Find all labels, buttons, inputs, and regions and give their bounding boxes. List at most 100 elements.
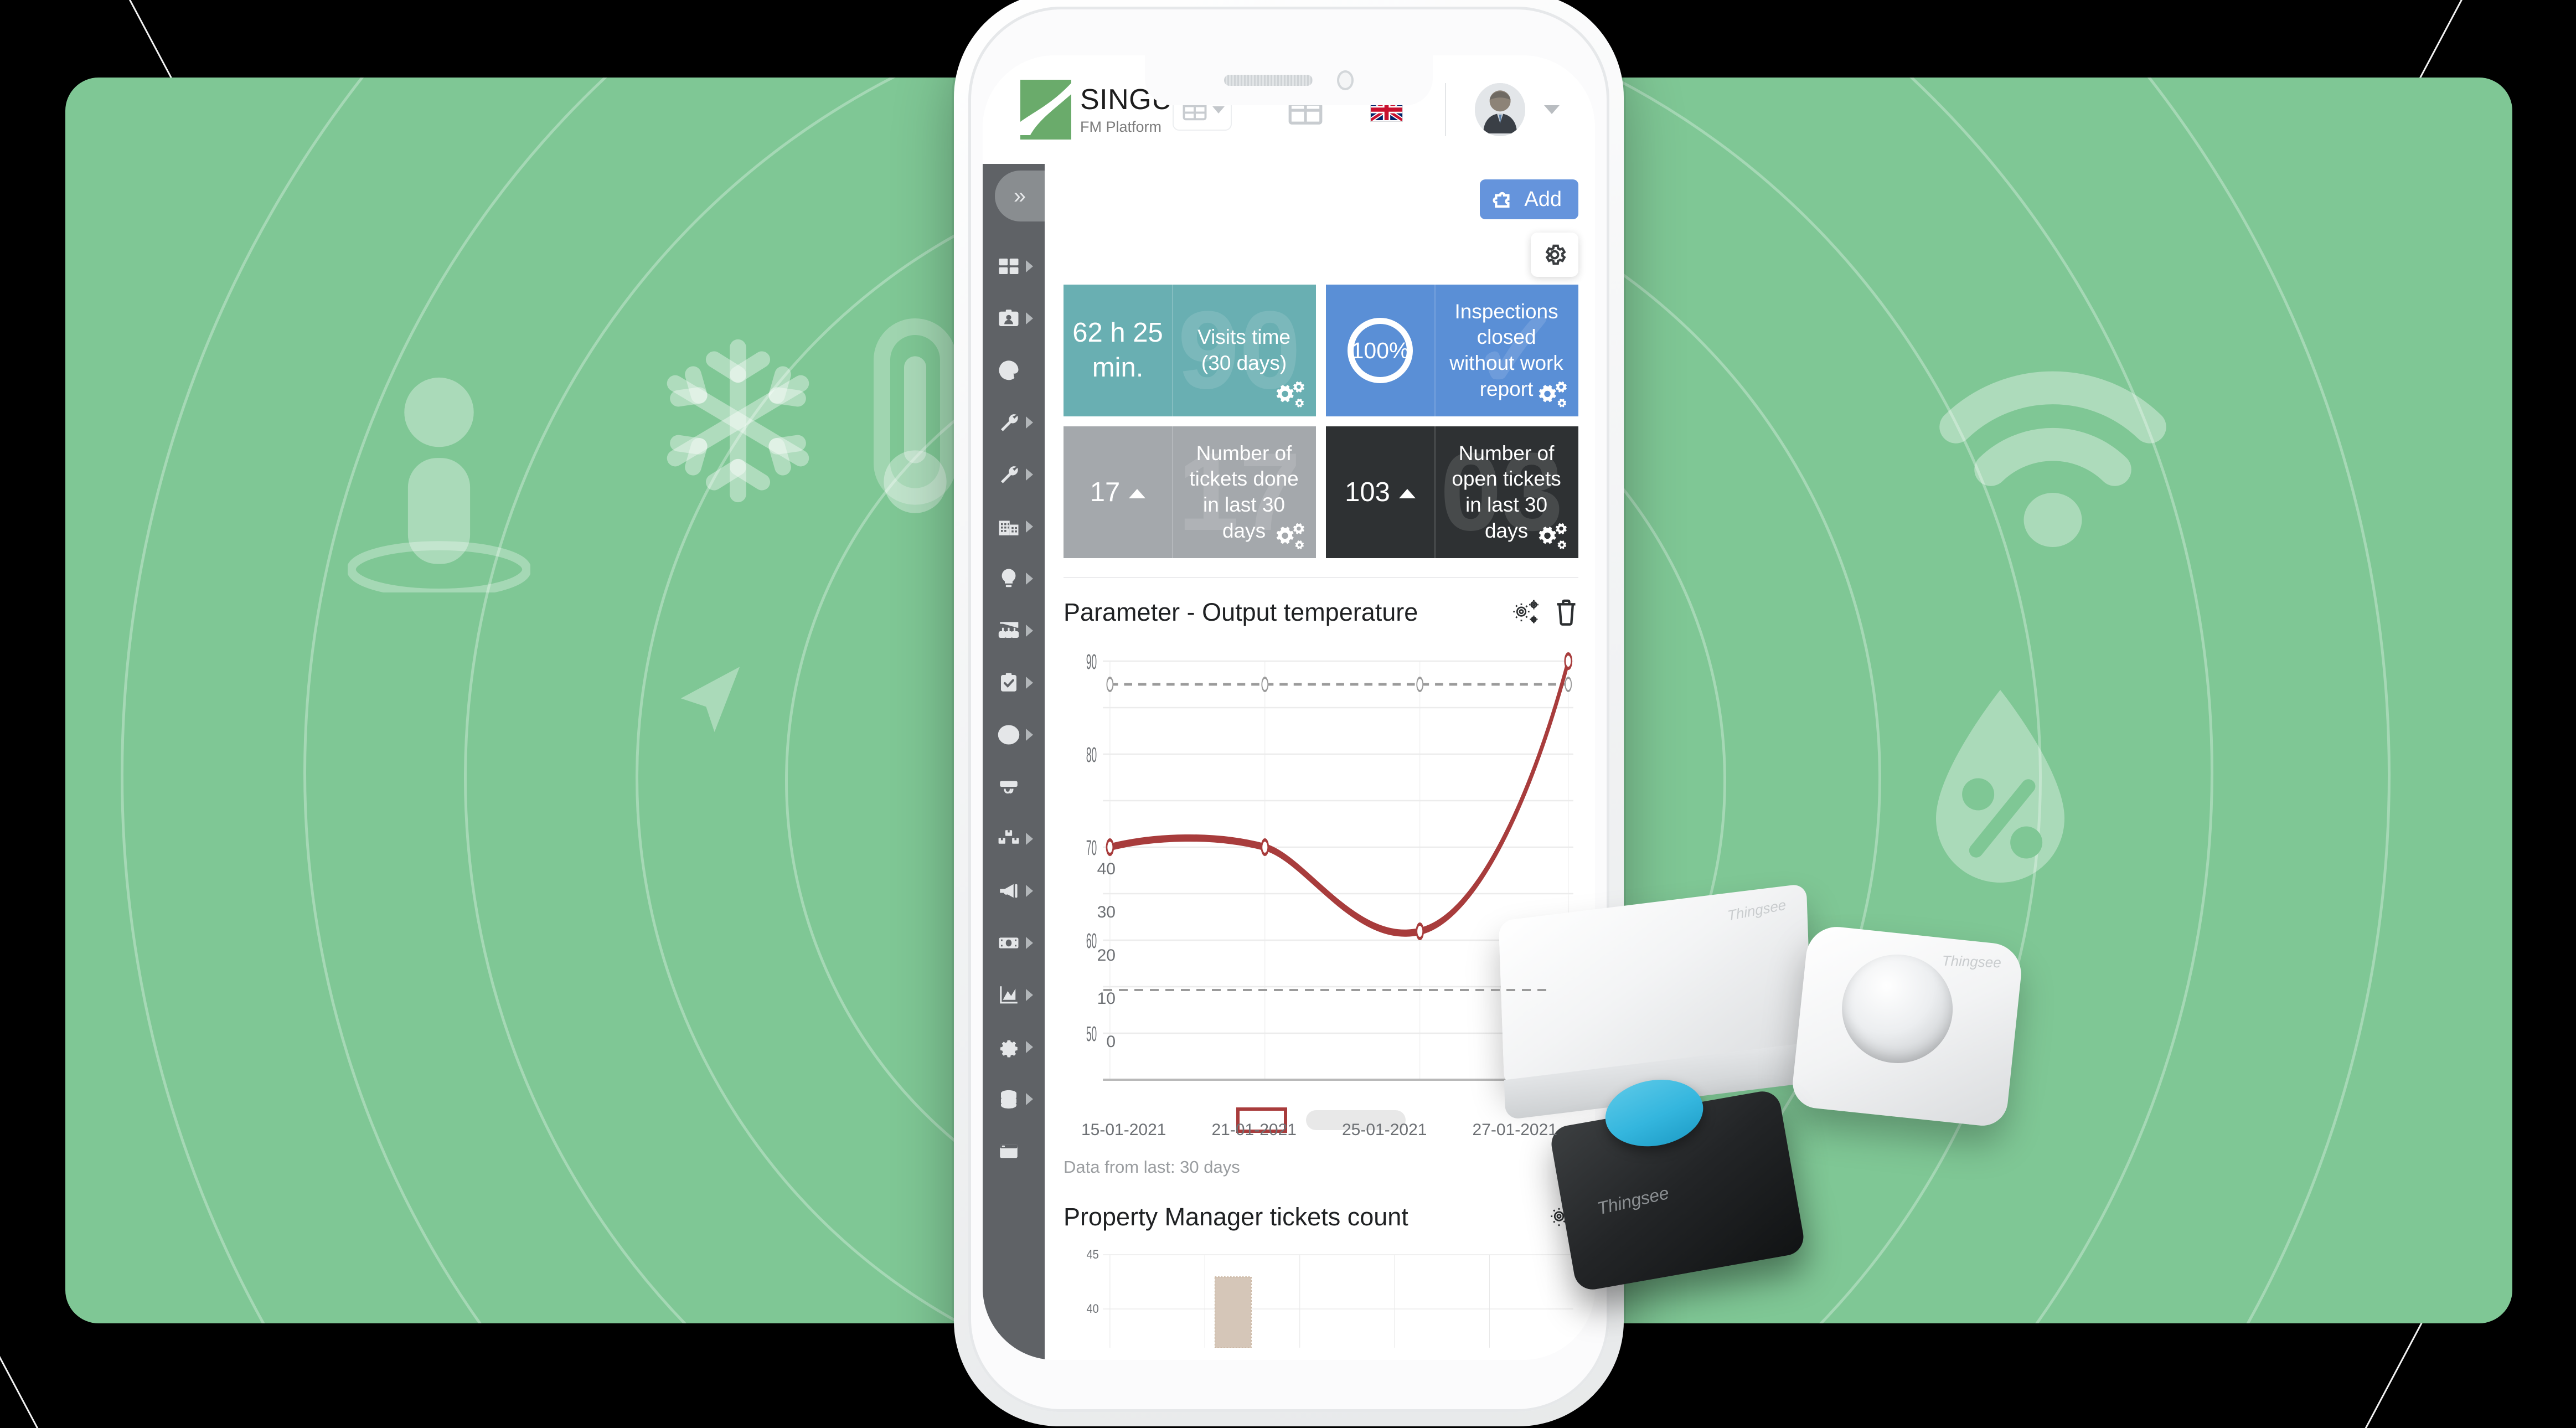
- x-tick-label: 27-01-2021: [1472, 1121, 1557, 1139]
- kpi-tile-open-tickets[interactable]: 03 103 Number of open tickets in last 30: [1326, 426, 1578, 558]
- widget-title: Parameter - Output temperature: [1064, 598, 1418, 626]
- clipboard-check-icon: [1001, 673, 1016, 692]
- x-tick-label: 21-01-2021: [1211, 1121, 1297, 1139]
- threshold-line-lower: [1103, 989, 1546, 991]
- trend-up-icon: [1129, 489, 1146, 499]
- sidebar-item-reports[interactable]: [983, 969, 1045, 1021]
- trash-icon[interactable]: [1554, 598, 1578, 627]
- sidebar-item-announcements[interactable]: [983, 865, 1045, 917]
- header-divider: [1444, 83, 1446, 136]
- sidebar-item-structure[interactable]: [983, 605, 1045, 657]
- page-background: SINGU FM Platform » Add 90 62 h 25 min. …: [0, 0, 2576, 1428]
- kpi-tile-inspections-closed[interactable]: ✓ 100% Inspections closed without work r: [1326, 285, 1578, 416]
- kpi-tile-visits-time[interactable]: 90 62 h 25 min. Visits time (30 days): [1064, 285, 1316, 416]
- kpi-value: 103: [1345, 477, 1390, 507]
- chevron-right-icon: [1026, 520, 1033, 533]
- line-chart-yaxis-lower: 40 30 20 10 0: [1097, 860, 1116, 1050]
- device-gateway: Thingsee: [1498, 883, 1813, 1088]
- user-menu-chevron-icon[interactable]: [1544, 105, 1560, 114]
- water-drop-percent-icon: [1936, 690, 2064, 883]
- gears-icon[interactable]: [1272, 380, 1307, 410]
- sidebar-item-contacts[interactable]: [983, 292, 1045, 344]
- kpi-value-row: 17: [1090, 475, 1146, 510]
- circle-check-icon: [998, 725, 1020, 745]
- singu-logo-icon: [1020, 80, 1071, 140]
- speaker-grille: [1224, 75, 1313, 86]
- kpi-grid: 90 62 h 25 min. Visits time (30 days) ✓ …: [1064, 285, 1578, 558]
- widget-settings-row: [1064, 233, 1578, 277]
- add-button[interactable]: Add: [1480, 179, 1578, 219]
- gears-icon[interactable]: [1510, 599, 1541, 626]
- x-tick-label: 25-01-2021: [1342, 1121, 1427, 1139]
- navigation-arrow-icon: [680, 667, 740, 732]
- kpi-value-area: 17: [1064, 426, 1172, 558]
- sidebar-item-energy[interactable]: [983, 553, 1045, 605]
- sidebar-item-mail[interactable]: [983, 344, 1045, 396]
- wifi-icon: [1939, 371, 2166, 547]
- id-badge-icon: [999, 310, 1019, 326]
- puzzle-piece-icon: [1493, 192, 1510, 208]
- dashboard-settings-button[interactable]: [1531, 233, 1578, 277]
- pir-dome: [1836, 949, 1958, 1069]
- wrench-icon: [1001, 414, 1018, 431]
- chevron-right-icon: [1026, 989, 1033, 1001]
- sidebar-item-data[interactable]: [983, 1073, 1045, 1125]
- avatar-photo: [1474, 83, 1525, 134]
- line-chart-xaxis: 15-01-2021 21-01-2021 25-01-2021 27-01-2…: [1081, 1121, 1557, 1140]
- chevron-down-icon: [1212, 106, 1225, 114]
- person-icon: [348, 377, 530, 592]
- kpi-value-area: 103: [1326, 426, 1434, 558]
- sidebar-item-hvac[interactable]: [983, 761, 1045, 813]
- sidebar-item-finance[interactable]: [983, 917, 1045, 969]
- chevron-right-icon: [1026, 1093, 1033, 1105]
- chevron-right-icon: [1026, 833, 1033, 845]
- widget-title: Property Manager tickets count: [1064, 1203, 1408, 1231]
- chevron-right-icon: [1026, 312, 1033, 324]
- chevron-right-icon: [1026, 625, 1033, 637]
- sidebar-item-inspections[interactable]: [983, 709, 1045, 761]
- chevron-right-icon: [1026, 260, 1033, 272]
- database-icon: [1001, 1090, 1016, 1109]
- avatar[interactable]: [1474, 83, 1525, 136]
- sidebar-expand-toggle[interactable]: »: [995, 171, 1045, 221]
- at-sign-icon: [999, 360, 1019, 380]
- device-pir-motion-sensor: Thingsee: [1790, 924, 2025, 1128]
- progress-ring: 100%: [1348, 318, 1413, 383]
- add-row: Add: [1064, 164, 1578, 219]
- sidebar-toggle-label: »: [1013, 184, 1026, 208]
- chevron-right-icon: [1026, 573, 1033, 585]
- wrench-alt-icon: [1001, 466, 1018, 483]
- chevron-right-icon: [1026, 885, 1033, 897]
- boxes-icon: [998, 830, 1019, 844]
- kpi-value-area: 100%: [1326, 285, 1434, 416]
- gears-icon[interactable]: [1534, 380, 1570, 410]
- sidebar-item-inventory[interactable]: [983, 813, 1045, 865]
- add-button-label: Add: [1524, 187, 1562, 211]
- kpi-label: Visits time (30 days): [1197, 326, 1290, 374]
- widget-header: Parameter - Output temperature: [1064, 598, 1578, 627]
- sidebar-item-dashboard[interactable]: [983, 240, 1045, 292]
- area-chart-icon: [1000, 986, 1018, 1004]
- sidebar-item-settings[interactable]: [983, 1021, 1045, 1073]
- sidebar-item-window[interactable]: [983, 1125, 1045, 1177]
- chevron-right-icon: [1026, 937, 1033, 949]
- gears-icon[interactable]: [1272, 522, 1307, 551]
- sidebar-item-maintenance[interactable]: [983, 396, 1045, 448]
- sidebar-item-tasks[interactable]: [983, 657, 1045, 709]
- air-conditioner-icon: [1000, 781, 1018, 794]
- decor-diagonal-line: [0, 1317, 266, 1428]
- front-camera: [1337, 70, 1354, 90]
- banknote-icon: [999, 937, 1019, 948]
- gears-icon[interactable]: [1534, 522, 1570, 551]
- sidebar-item-service[interactable]: [983, 448, 1045, 501]
- device-brand: Thingsee: [1942, 952, 2002, 971]
- logo-subtitle: FM Platform: [1080, 118, 1162, 135]
- kpi-value: 62 h 25 min.: [1072, 318, 1163, 383]
- sidebar: »: [983, 164, 1045, 1360]
- sidebar-item-properties[interactable]: [983, 501, 1045, 553]
- kpi-tile-tickets-done[interactable]: 17 17 Number of tickets done in last 30: [1064, 426, 1316, 558]
- chevron-right-icon: [1026, 468, 1033, 481]
- kpi-value: 100%: [1351, 337, 1410, 363]
- iot-devices: Thingsee Thingsee Thingsee: [1489, 869, 2048, 1334]
- kpi-value: 17: [1090, 477, 1121, 507]
